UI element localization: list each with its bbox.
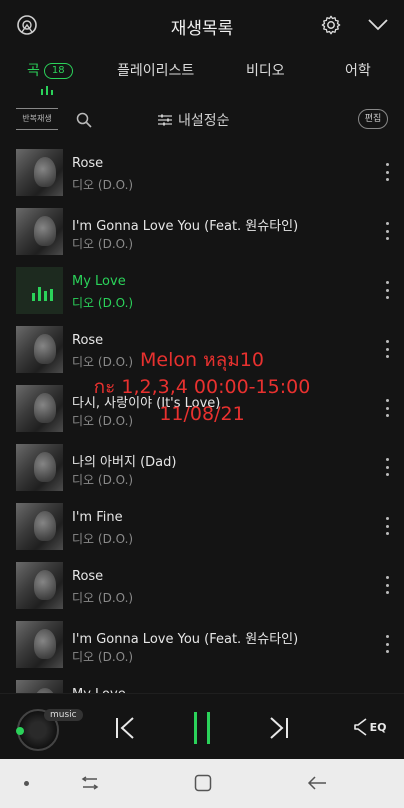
album-art bbox=[16, 385, 63, 432]
song-list: Rose 디오 (D.O.) I'm Gonna Love You (Feat. 원… bbox=[0, 143, 404, 693]
song-count-badge: 18 bbox=[43, 63, 73, 79]
song-artist: 디오 (D.O.) bbox=[72, 355, 134, 369]
eq-label: EQ bbox=[369, 720, 387, 734]
music-label: music bbox=[44, 709, 83, 721]
album-art bbox=[16, 621, 63, 668]
mini-player: music EQ bbox=[0, 693, 404, 759]
song-artist: 디오 (D.O.) bbox=[72, 178, 134, 192]
album-art bbox=[16, 326, 63, 373]
tab-videos[interactable]: 비디오 bbox=[246, 60, 285, 80]
next-track-icon[interactable] bbox=[266, 714, 292, 742]
song-artist: 디오 (D.O.) bbox=[72, 591, 134, 605]
edit-button[interactable]: 편집 bbox=[358, 109, 388, 129]
sort-sliders-icon bbox=[158, 114, 172, 126]
album-art bbox=[16, 444, 63, 491]
back-arrow-icon[interactable] bbox=[306, 773, 328, 793]
song-title: 다시, 사랑이야 (It's Love) bbox=[72, 396, 221, 411]
sort-label: 내설정순 bbox=[178, 113, 230, 129]
more-options-icon[interactable] bbox=[386, 281, 390, 299]
more-options-icon[interactable] bbox=[386, 458, 390, 476]
song-row[interactable]: I'm Gonna Love You (Feat. 원슈타인) 디오 (D.O.) bbox=[0, 615, 404, 674]
pause-icon[interactable] bbox=[188, 710, 216, 746]
system-nav-bar bbox=[0, 759, 404, 808]
more-options-icon[interactable] bbox=[386, 399, 390, 417]
song-row[interactable]: My Love bbox=[0, 674, 404, 693]
more-options-icon[interactable] bbox=[386, 517, 390, 535]
tab-playlists[interactable]: 플레이리스트 bbox=[117, 60, 194, 80]
tab-bar: 곡 18 플레이리스트 비디오 어학 bbox=[0, 50, 404, 92]
equalizer-button[interactable]: EQ bbox=[352, 714, 388, 740]
chevron-down-icon[interactable] bbox=[366, 15, 390, 35]
album-art bbox=[16, 503, 63, 550]
more-options-icon[interactable] bbox=[386, 163, 390, 181]
song-row[interactable]: My Love 디오 (D.O.) bbox=[0, 261, 404, 320]
more-options-icon[interactable] bbox=[386, 340, 390, 358]
song-artist: 디오 (D.O.) bbox=[72, 414, 134, 428]
song-artist: 디오 (D.O.) bbox=[72, 473, 134, 487]
song-title: I'm Fine bbox=[72, 510, 123, 525]
song-title: Rose bbox=[72, 569, 104, 584]
song-artist: 디오 (D.O.) bbox=[72, 237, 134, 251]
more-options-icon[interactable] bbox=[386, 576, 390, 594]
recent-apps-icon[interactable] bbox=[80, 773, 100, 793]
album-art bbox=[16, 149, 63, 196]
list-controls: 반복재생 내설정순 편집 bbox=[0, 104, 404, 136]
song-title: 나의 아버지 (Dad) bbox=[72, 455, 177, 470]
song-row[interactable]: 나의 아버지 (Dad) 디오 (D.O.) bbox=[0, 438, 404, 497]
sort-button[interactable]: 내설정순 bbox=[158, 110, 230, 130]
song-title: I'm Gonna Love You (Feat. 원슈타인) bbox=[72, 219, 299, 234]
repeat-play-button[interactable]: 반복재생 bbox=[16, 108, 58, 130]
song-row[interactable]: Rose 디오 (D.O.) bbox=[0, 556, 404, 615]
tab-songs-label: 곡 bbox=[27, 63, 40, 79]
album-art bbox=[16, 267, 63, 314]
progress-dot bbox=[16, 727, 24, 735]
song-title: Rose bbox=[72, 156, 104, 171]
song-row[interactable]: Rose 디오 (D.O.) bbox=[0, 143, 404, 202]
song-artist: 디오 (D.O.) bbox=[72, 650, 134, 664]
nav-dot-icon bbox=[24, 781, 29, 786]
tab-language[interactable]: 어학 bbox=[345, 60, 371, 80]
song-row[interactable]: I'm Fine 디오 (D.O.) bbox=[0, 497, 404, 556]
song-row[interactable]: Rose 디오 (D.O.) bbox=[0, 320, 404, 379]
speaker-icon bbox=[353, 718, 367, 736]
settings-gear-icon[interactable] bbox=[319, 13, 343, 37]
search-icon[interactable] bbox=[74, 110, 94, 130]
song-row[interactable]: 다시, 사랑이야 (It's Love) 디오 (D.O.) bbox=[0, 379, 404, 438]
song-artist: 디오 (D.O.) bbox=[72, 532, 134, 546]
album-art bbox=[16, 562, 63, 609]
album-art bbox=[16, 680, 63, 693]
song-artist: 디오 (D.O.) bbox=[72, 296, 134, 310]
album-art bbox=[16, 208, 63, 255]
song-row[interactable]: I'm Gonna Love You (Feat. 원슈타인) 디오 (D.O.) bbox=[0, 202, 404, 261]
song-title: Rose bbox=[72, 333, 104, 348]
top-bar: 재생목록 bbox=[0, 0, 404, 50]
active-tab-equalizer-icon bbox=[40, 80, 54, 99]
song-title: I'm Gonna Love You (Feat. 원슈타인) bbox=[72, 632, 299, 647]
previous-track-icon[interactable] bbox=[112, 714, 138, 742]
more-options-icon[interactable] bbox=[386, 222, 390, 240]
song-title: My Love bbox=[72, 274, 126, 289]
page-title: 재생목록 bbox=[170, 19, 234, 39]
home-icon[interactable] bbox=[193, 773, 213, 793]
more-options-icon[interactable] bbox=[386, 635, 390, 653]
now-playing-equalizer-icon bbox=[32, 287, 53, 301]
tab-songs[interactable]: 곡 18 bbox=[27, 60, 73, 80]
